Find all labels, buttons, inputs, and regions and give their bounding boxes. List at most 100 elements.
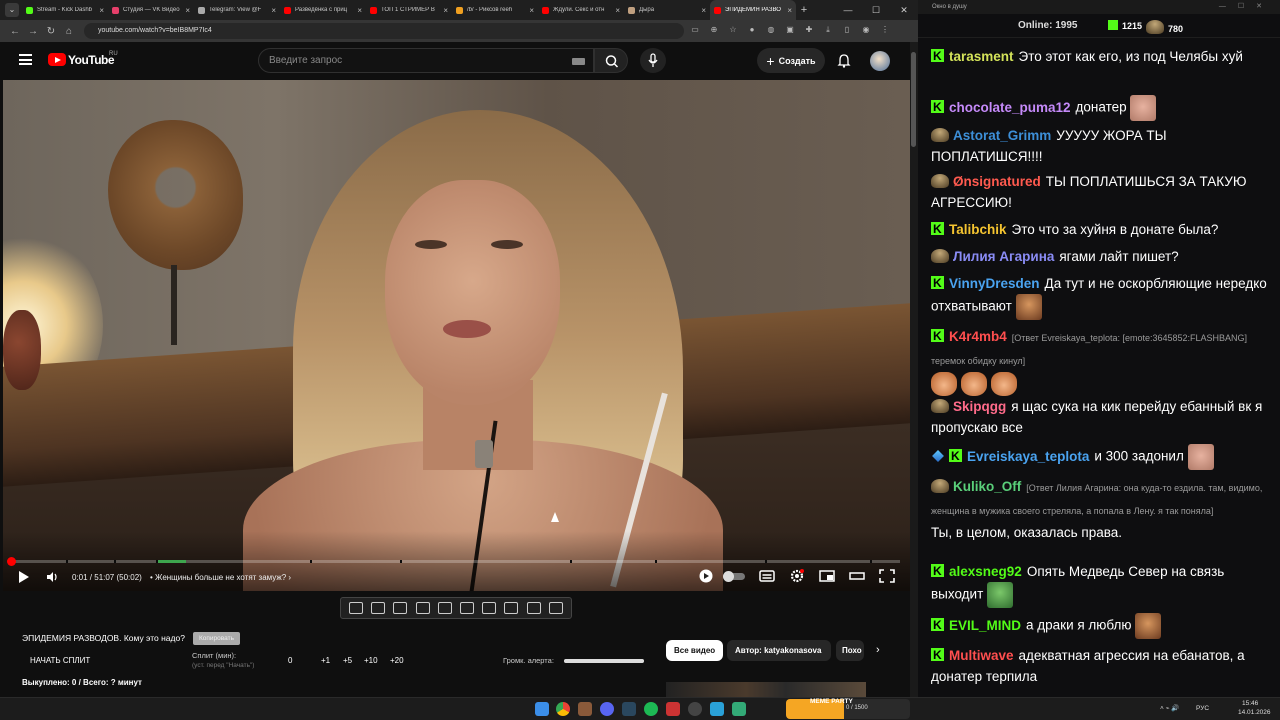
bookmark-star-icon[interactable]: ☆	[725, 25, 741, 37]
chat-username[interactable]: Skipqgg	[953, 399, 1006, 414]
profile-icon[interactable]: ◉	[858, 25, 874, 37]
chat-username[interactable]: alexsneg92	[949, 564, 1022, 579]
close-window-icon[interactable]: ✕	[890, 5, 918, 16]
chat-username[interactable]: K4r4mb4	[949, 329, 1007, 344]
new-tab-icon[interactable]: +	[796, 4, 812, 16]
browser-tab[interactable]: /b/ - Рикcов reeh ×	[452, 0, 538, 20]
video-thumbnail-strip[interactable]	[666, 682, 866, 697]
back-icon[interactable]: ←	[6, 26, 24, 37]
play-button-icon[interactable]	[19, 571, 29, 583]
minimize-icon[interactable]: —	[834, 5, 862, 15]
screenshot-icon[interactable]	[526, 602, 541, 614]
chat-username[interactable]: chocolate_puma12	[949, 100, 1071, 115]
chat-username[interactable]: Лилия Агарина	[953, 249, 1054, 264]
video-progress-bar[interactable]	[7, 557, 900, 566]
tab-close-icon[interactable]: ×	[271, 6, 276, 15]
start-split-button[interactable]: НАЧАТЬ СПЛИТ	[30, 656, 90, 665]
search-input[interactable]	[258, 48, 594, 73]
chat-username[interactable]: Ønsignatured	[953, 174, 1041, 189]
obs-icon[interactable]	[688, 702, 702, 716]
volume-icon[interactable]	[46, 571, 58, 583]
chat-window-controls[interactable]: —☐✕	[1219, 0, 1274, 14]
chat-username[interactable]: VinnyDresden	[949, 276, 1040, 291]
frame-icon[interactable]	[437, 602, 452, 614]
steam-icon[interactable]	[622, 702, 636, 716]
progress-scrubber[interactable]	[7, 557, 16, 566]
tab-close-icon[interactable]: ×	[701, 6, 706, 15]
copy-button[interactable]: Копировать	[193, 632, 240, 645]
audio-icon[interactable]	[371, 602, 386, 614]
tray-icons[interactable]: ˄ ⌁ 🔊	[1160, 704, 1179, 712]
increment-button[interactable]: +5	[343, 656, 352, 665]
youtube-logo-icon[interactable]	[48, 53, 66, 66]
chat-username[interactable]: Multiwave	[949, 648, 1014, 663]
clock-date[interactable]: 14.01.2026	[1238, 709, 1271, 716]
voice-search-button[interactable]	[640, 48, 666, 73]
extension-icon[interactable]: ▣	[782, 25, 798, 37]
browser-tab[interactable]: ТОП 1 СТРИМЕР В ×	[366, 0, 452, 20]
start-icon[interactable]	[535, 702, 549, 716]
puzzle-icon[interactable]: ✚	[801, 25, 817, 37]
film-icon[interactable]	[415, 602, 430, 614]
chat-username[interactable]: Kuliko_Off	[953, 479, 1021, 494]
create-button[interactable]: + Создать	[757, 48, 825, 73]
chip-next-icon[interactable]: ›	[876, 644, 880, 656]
increment-button[interactable]: +20	[390, 656, 404, 665]
tab-close-icon[interactable]: ×	[615, 6, 620, 15]
tab-close-icon[interactable]: ×	[787, 6, 792, 15]
loop-icon[interactable]	[349, 602, 364, 614]
speed-icon[interactable]	[482, 602, 497, 614]
telegram-icon[interactable]	[710, 702, 724, 716]
fullscreen-icon[interactable]	[879, 569, 895, 583]
cast-icon[interactable]: ▭	[687, 25, 703, 37]
browser-tab[interactable]: Дыра ×	[624, 0, 710, 20]
chat-username[interactable]: Talibchik	[949, 222, 1007, 237]
notifications-bell-icon[interactable]	[836, 52, 852, 68]
tab-search-icon[interactable]: ⌄	[5, 3, 19, 17]
search-button[interactable]	[594, 48, 628, 73]
chip-author[interactable]: Автор: katyakonasova	[727, 640, 831, 661]
chrome-icon[interactable]	[556, 702, 570, 716]
browser-tab[interactable]: Разведёнка с приц ×	[280, 0, 366, 20]
zoom-icon[interactable]: ⊕	[706, 25, 722, 37]
reload-icon[interactable]: ↻	[42, 26, 60, 37]
alert-volume-slider[interactable]	[564, 659, 644, 663]
chapter-title[interactable]: • Женщины больше не хотят замуж? ›	[150, 573, 291, 582]
pip-icon[interactable]	[393, 602, 408, 614]
tab-close-icon[interactable]: ×	[185, 6, 190, 15]
increment-button[interactable]: +1	[321, 656, 330, 665]
app-icon[interactable]	[666, 702, 680, 716]
discord-icon[interactable]	[600, 702, 614, 716]
keyboard-icon[interactable]	[572, 58, 585, 65]
add-icon[interactable]	[504, 602, 519, 614]
extension-icon[interactable]: ◍	[763, 25, 779, 37]
settings-gear-icon[interactable]	[789, 569, 805, 583]
forward-icon[interactable]: →	[24, 26, 42, 37]
maximize-icon[interactable]: ☐	[862, 5, 890, 16]
language-indicator[interactable]: РУС	[1196, 705, 1209, 712]
chat-username[interactable]: EVIL_MIND	[949, 618, 1021, 633]
tab-close-icon[interactable]: ×	[529, 6, 534, 15]
clock-time[interactable]: 15:46	[1242, 700, 1258, 707]
miniplayer-icon[interactable]	[819, 569, 835, 583]
subtitles-icon[interactable]	[759, 569, 775, 583]
sidebar-icon[interactable]: ▯	[839, 25, 855, 37]
autoplay-toggle[interactable]	[723, 571, 745, 582]
sponsor-shield-icon[interactable]	[698, 569, 714, 583]
chat-username[interactable]: tarasment	[949, 49, 1014, 64]
chip-similar[interactable]: Похо	[836, 640, 864, 661]
chat-username[interactable]: Astorat_Grimm	[953, 128, 1051, 143]
url-field[interactable]: youtube.com/watch?v=beIB8MP7Ic4	[84, 23, 684, 39]
browser-tab[interactable]: Ждули. Секс и отн ×	[538, 0, 624, 20]
file-explorer-icon[interactable]	[578, 702, 592, 716]
browser-tab[interactable]: Студия — VK Видео ×	[108, 0, 194, 20]
tab-close-icon[interactable]: ×	[99, 6, 104, 15]
increment-button[interactable]: +10	[364, 656, 378, 665]
tab-close-icon[interactable]: ×	[443, 6, 448, 15]
account-avatar[interactable]	[870, 51, 890, 71]
download-icon[interactable]: ⤓	[820, 25, 836, 37]
extension-icon[interactable]: ●	[744, 25, 760, 37]
app-icon[interactable]	[732, 702, 746, 716]
page-scrollbar[interactable]	[910, 42, 918, 697]
browser-tab[interactable]: ЭПИДЕМИЯ РАЗВО ×	[710, 0, 796, 20]
